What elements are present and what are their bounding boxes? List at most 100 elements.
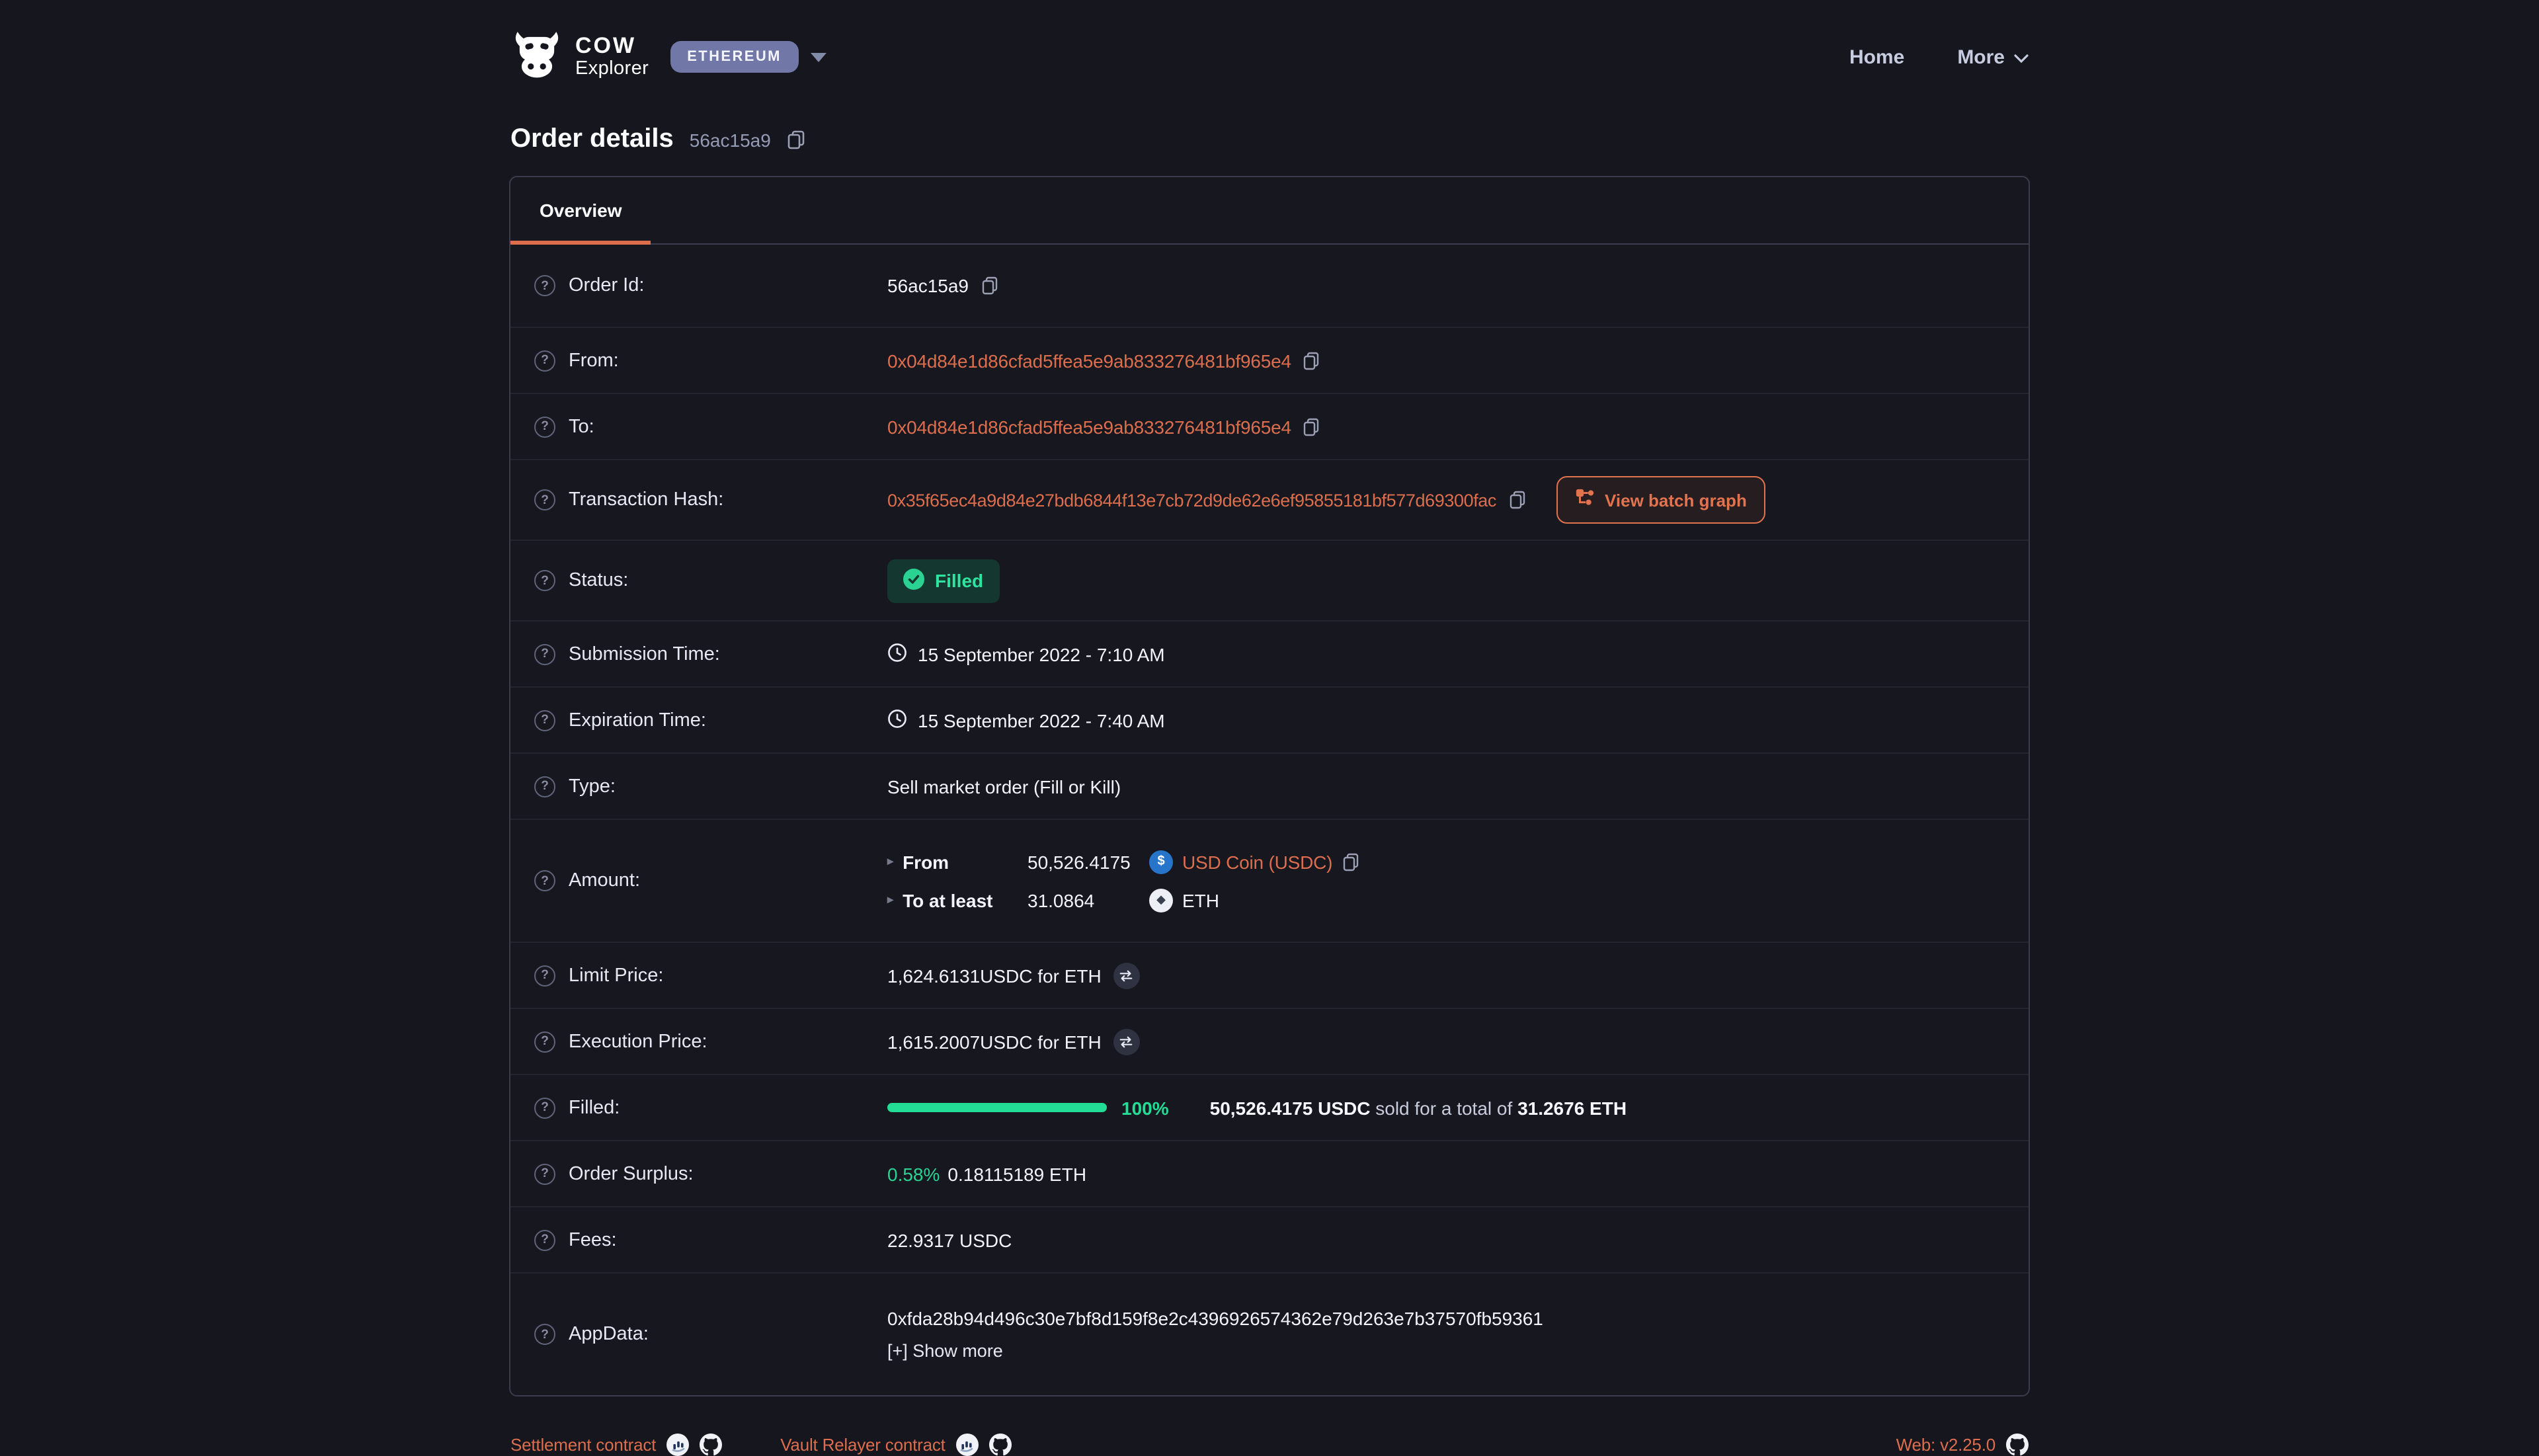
etherscan-icon[interactable] <box>666 1434 689 1456</box>
vault-relayer-contract-link[interactable]: Vault Relayer contract <box>780 1435 945 1455</box>
usdc-token-link[interactable]: USD Coin (USDC) <box>1182 851 1332 872</box>
amount-label: Amount: <box>569 870 640 891</box>
help-icon[interactable]: ? <box>534 870 555 891</box>
appdata-show-more[interactable]: [+] Show more <box>887 1341 1543 1361</box>
amount-from-value: 50,526.4175 <box>1028 851 1149 872</box>
triangle-right-icon: ▸ <box>887 854 893 869</box>
eth-token-icon: ◆ <box>1149 888 1173 912</box>
copy-icon[interactable] <box>1303 351 1320 370</box>
view-batch-graph-label: View batch graph <box>1605 490 1747 510</box>
tab-overview-label: Overview <box>540 200 622 221</box>
network-name: ETHEREUM <box>687 49 782 65</box>
filled-progress-bar <box>887 1103 1107 1112</box>
view-batch-graph-button[interactable]: View batch graph <box>1556 476 1765 524</box>
copy-icon[interactable] <box>981 276 998 295</box>
appdata-value: 0xfda28b94d496c30e7bf8d159f8e2c439692657… <box>887 1308 1543 1329</box>
help-icon[interactable]: ? <box>534 489 555 510</box>
logo-subtitle: Explorer <box>575 60 649 79</box>
copy-icon[interactable] <box>1303 417 1320 436</box>
appdata-label: AppData: <box>569 1324 649 1345</box>
status-value: Filled <box>935 570 983 591</box>
row-amount: ? Amount: ▸ From 50,526.4175 $ <box>510 819 2029 942</box>
row-expiration-labelwrap: ? Expiration Time: <box>534 709 887 731</box>
nav-home-link[interactable]: Home <box>1849 46 1904 68</box>
help-icon[interactable]: ? <box>534 965 555 986</box>
transaction-hash-label: Transaction Hash: <box>569 489 723 510</box>
invert-price-icon[interactable] <box>1113 962 1140 989</box>
tab-overview[interactable]: Overview <box>510 177 651 243</box>
row-submission-labelwrap: ? Submission Time: <box>534 643 887 665</box>
row-limit-price: ? Limit Price: 1,624.6131USDC for ETH <box>510 942 2029 1008</box>
row-filled-labelwrap: ? Filled: <box>534 1097 887 1118</box>
order-id-label: Order Id: <box>569 275 644 296</box>
row-order-surplus: ? Order Surplus: 0.58% 0.18115189 ETH <box>510 1140 2029 1206</box>
main-nav: Home More <box>1849 46 2029 68</box>
github-icon[interactable] <box>2006 1434 2029 1456</box>
row-transaction-hash: ? Transaction Hash: 0x35f65ec4a9d84e27bd… <box>510 459 2029 540</box>
row-from-labelwrap: ? From: <box>534 350 887 371</box>
transaction-hash-link[interactable]: 0x35f65ec4a9d84e27bdb6844f13e7cb72d9de62… <box>887 490 1496 510</box>
help-icon[interactable]: ? <box>534 776 555 797</box>
expiration-time-label: Expiration Time: <box>569 709 706 731</box>
row-to-labelwrap: ? To: <box>534 416 887 437</box>
order-surplus-label: Order Surplus: <box>569 1163 694 1184</box>
limit-price-value: 1,624.6131USDC for ETH <box>887 965 1102 986</box>
type-label: Type: <box>569 776 616 797</box>
logo-title: COW <box>575 35 649 58</box>
help-icon[interactable]: ? <box>534 643 555 665</box>
github-icon[interactable] <box>700 1434 722 1456</box>
row-execution-labelwrap: ? Execution Price: <box>534 1031 887 1052</box>
clock-icon <box>887 642 907 666</box>
amount-to-value: 31.0864 <box>1028 889 1149 910</box>
nav-more-label: More <box>1957 46 2005 68</box>
batch-graph-icon <box>1574 488 1594 512</box>
etherscan-icon[interactable] <box>956 1434 979 1456</box>
help-icon[interactable]: ? <box>534 350 555 371</box>
row-execution-price: ? Execution Price: 1,615.2007USDC for ET… <box>510 1008 2029 1074</box>
network-selector-badge[interactable]: ETHEREUM <box>670 41 799 73</box>
help-icon[interactable]: ? <box>534 1229 555 1250</box>
tab-bar: Overview <box>510 177 2029 245</box>
help-icon[interactable]: ? <box>534 709 555 731</box>
nav-more-menu[interactable]: More <box>1957 46 2029 68</box>
row-tx-labelwrap: ? Transaction Hash: <box>534 489 887 510</box>
cow-explorer-logo[interactable]: COW Explorer <box>510 28 649 85</box>
copy-icon[interactable] <box>1342 852 1359 871</box>
row-filled: ? Filled: 100% 50,526.4175 USDC sold for… <box>510 1074 2029 1140</box>
help-icon[interactable]: ? <box>534 570 555 591</box>
copy-icon[interactable] <box>1508 491 1525 509</box>
detail-rows: ? Order Id: 56ac15a9 ? From: 0x04d84e1d <box>510 245 2029 1395</box>
status-badge: Filled <box>887 559 999 602</box>
row-type: ? Type: Sell market order (Fill or Kill) <box>510 752 2029 819</box>
filled-percent: 100% <box>1121 1097 1169 1118</box>
row-to: ? To: 0x04d84e1d86cfad5ffea5e9ab83327648… <box>510 393 2029 459</box>
filled-sold-amount: 50,526.4175 USDC <box>1210 1097 1371 1118</box>
row-surplus-labelwrap: ? Order Surplus: <box>534 1163 887 1184</box>
settlement-contract-link[interactable]: Settlement contract <box>510 1435 656 1455</box>
row-status-labelwrap: ? Status: <box>534 570 887 591</box>
help-icon[interactable]: ? <box>534 1163 555 1184</box>
help-icon[interactable]: ? <box>534 416 555 437</box>
page-title-row: Order details 56ac15a9 <box>510 124 2029 155</box>
order-surplus-value: 0.18115189 ETH <box>947 1163 1086 1184</box>
web-version-link[interactable]: Web: v2.25.0 <box>1896 1435 1995 1455</box>
help-icon[interactable]: ? <box>534 1097 555 1118</box>
order-short-id: 56ac15a9 <box>690 129 771 150</box>
eth-token-label: ETH <box>1182 889 1219 910</box>
help-icon[interactable]: ? <box>534 1031 555 1052</box>
network-caret-down-icon[interactable] <box>811 52 826 61</box>
filled-middle-text: sold for a total of <box>1375 1097 1512 1118</box>
github-icon[interactable] <box>989 1434 1012 1456</box>
type-value: Sell market order (Fill or Kill) <box>887 776 1121 797</box>
status-label: Status: <box>569 570 628 591</box>
help-icon[interactable]: ? <box>534 1324 555 1345</box>
to-address-link[interactable]: 0x04d84e1d86cfad5ffea5e9ab833276481bf965… <box>887 416 1291 437</box>
from-address-link[interactable]: 0x04d84e1d86cfad5ffea5e9ab833276481bf965… <box>887 350 1291 371</box>
invert-price-icon[interactable] <box>1113 1028 1140 1055</box>
row-limit-labelwrap: ? Limit Price: <box>534 965 887 986</box>
amount-from-label: From <box>903 851 949 872</box>
vault-relayer-contract-item: Vault Relayer contract <box>780 1434 1011 1456</box>
amount-to-line: ▸ To at least 31.0864 ◆ ETH <box>887 888 1359 912</box>
help-icon[interactable]: ? <box>534 275 555 296</box>
copy-icon[interactable] <box>787 130 805 149</box>
